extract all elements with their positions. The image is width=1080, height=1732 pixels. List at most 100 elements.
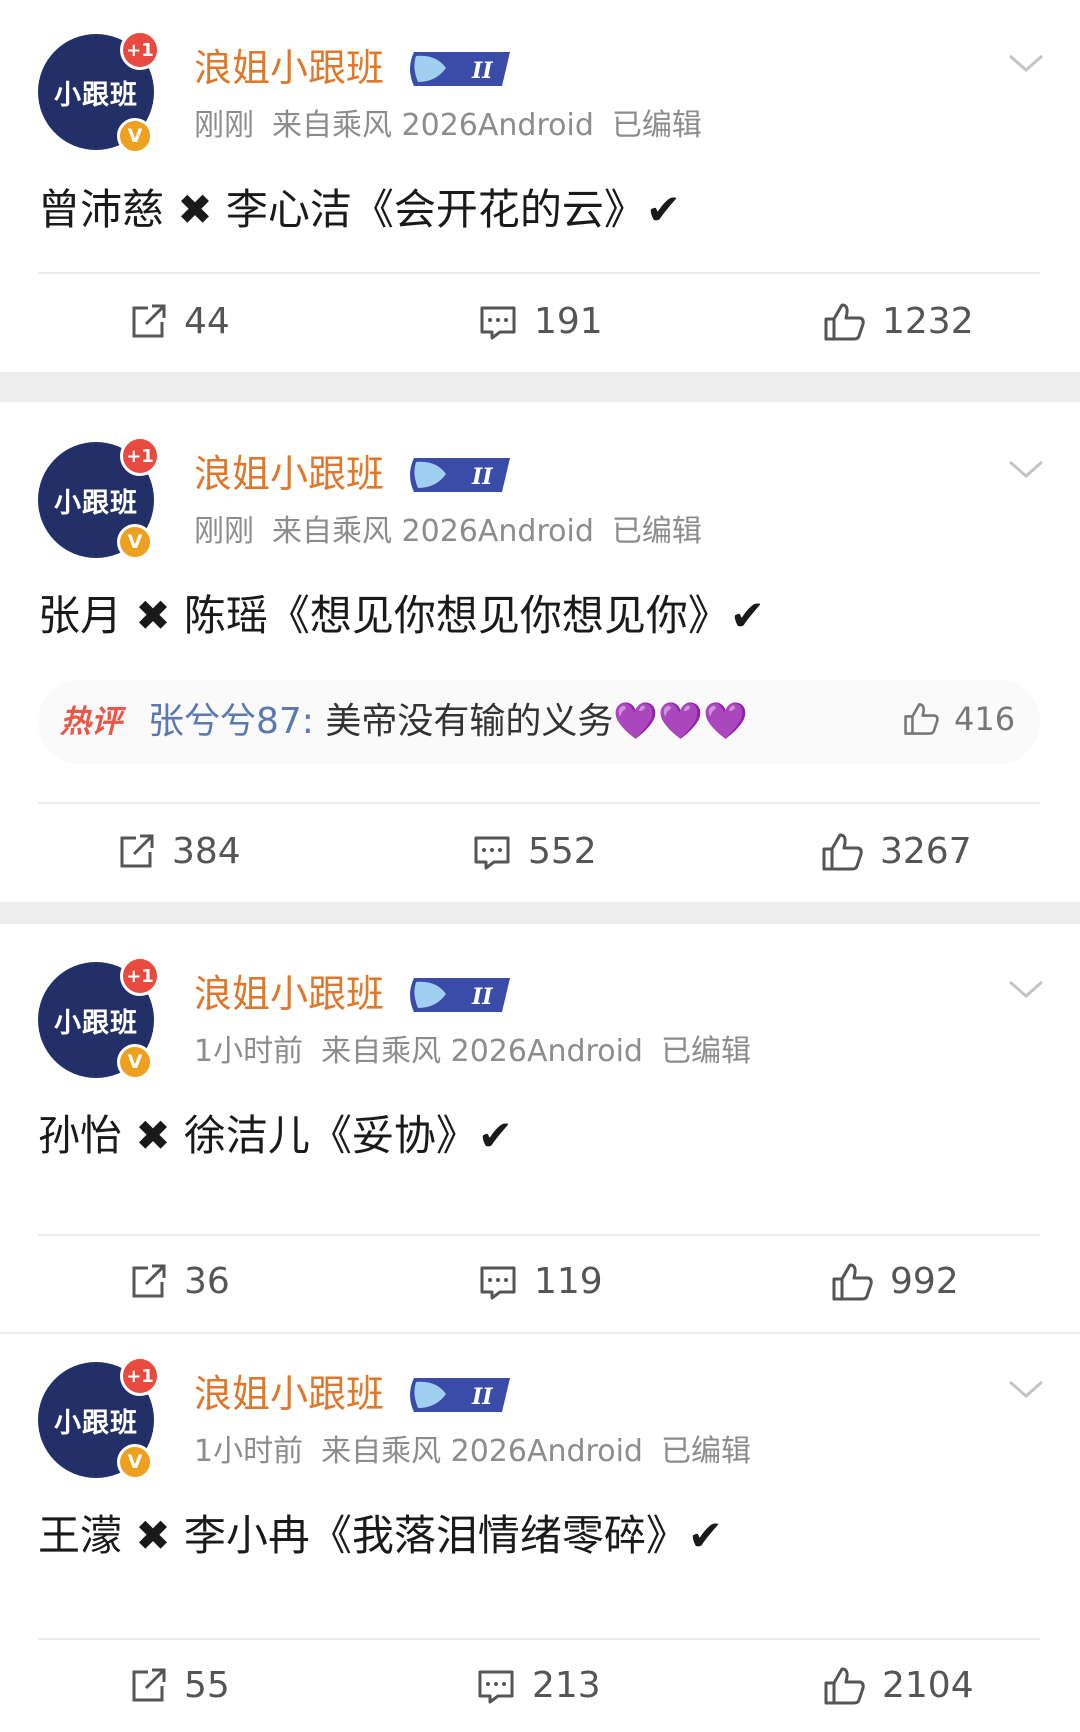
- divider: [38, 1638, 1040, 1640]
- plus-one-badge: +1: [120, 1356, 160, 1396]
- whale-level-icon: II: [410, 52, 510, 86]
- like-icon: [824, 1667, 865, 1705]
- post-source: 来自乘风 2026Android: [272, 514, 594, 549]
- post-source: 来自乘风 2026Android: [321, 1434, 643, 1469]
- repost-icon: [132, 1668, 166, 1702]
- divider: [38, 802, 1040, 804]
- comment-button[interactable]: 119: [478, 1260, 603, 1304]
- comment-count: 191: [534, 301, 603, 342]
- author-name[interactable]: 浪姐小跟班: [194, 1370, 384, 1418]
- repost-icon: [132, 304, 166, 338]
- author-name[interactable]: 浪姐小跟班: [194, 450, 384, 498]
- comment-count: 213: [532, 1665, 601, 1706]
- post-source: 来自乘风 2026Android: [272, 108, 594, 143]
- post-content: 曾沛慈 ✖ 李心洁《会开花的云》✔: [38, 185, 682, 234]
- hot-comment-text: 张兮兮87: 美帝没有输的义务💜💜💜: [148, 698, 748, 746]
- comment-button[interactable]: 213: [476, 1664, 601, 1708]
- comment-count: 552: [528, 831, 597, 872]
- repost-icon: [120, 834, 154, 868]
- author-name[interactable]: 浪姐小跟班: [194, 44, 384, 92]
- comment-button[interactable]: 191: [478, 300, 603, 344]
- post-card[interactable]: 小跟班 +1 V 浪姐小跟班 II 1小时前 来自乘风 2026Android 已编…: [0, 924, 1080, 1332]
- comment-icon: [474, 836, 510, 870]
- comment-icon: [480, 306, 516, 340]
- repost-button[interactable]: 384: [116, 830, 241, 874]
- hot-comment-like-count: 416: [954, 700, 1016, 738]
- repost-icon: [132, 1264, 166, 1298]
- post-card[interactable]: 小跟班 +1 V 浪姐小跟班 II 刚刚 来自乘风 2026Android 已编辑 …: [0, 0, 1080, 372]
- like-button[interactable]: 2104: [822, 1664, 974, 1708]
- whale-level-icon: II: [410, 978, 510, 1012]
- post-card[interactable]: 小跟班 +1 V 浪姐小跟班 II 刚刚 来自乘风 2026Android 已编辑 …: [0, 402, 1080, 902]
- like-icon: [822, 833, 863, 871]
- repost-button[interactable]: 36: [128, 1260, 230, 1304]
- repost-button[interactable]: 55: [128, 1664, 230, 1708]
- post-time: 1小时前: [194, 1034, 304, 1069]
- plus-one-badge: +1: [120, 30, 160, 70]
- comment-button[interactable]: 552: [472, 830, 597, 874]
- svg-text:II: II: [471, 984, 493, 1010]
- hot-comment-like-button[interactable]: 416: [902, 700, 1015, 738]
- like-icon: [832, 1263, 873, 1301]
- chevron-down-icon[interactable]: [1006, 52, 1046, 76]
- post-content: 张月 ✖ 陈瑶《想见你想见你想见你》✔: [38, 591, 766, 640]
- post-meta: 1小时前 来自乘风 2026Android 已编辑: [194, 1032, 769, 1072]
- like-button[interactable]: 1232: [822, 300, 974, 344]
- post-time: 刚刚: [194, 108, 254, 143]
- post-content: 王濛 ✖ 李小冉《我落泪情绪零碎》✔: [38, 1511, 724, 1560]
- like-count: 1232: [882, 301, 974, 342]
- like-count: 2104: [882, 1665, 974, 1706]
- post-meta: 刚刚 来自乘风 2026Android 已编辑: [194, 512, 720, 552]
- comment-icon: [478, 1670, 514, 1704]
- post-meta: 1小时前 来自乘风 2026Android 已编辑: [194, 1432, 769, 1472]
- verified-badge: V: [117, 1444, 153, 1480]
- hot-comment[interactable]: 热评 张兮兮87: 美帝没有输的义务💜💜💜 416: [38, 680, 1040, 764]
- chevron-down-icon[interactable]: [1006, 978, 1046, 1002]
- divider: [38, 1234, 1040, 1236]
- plus-one-badge: +1: [120, 436, 160, 476]
- edited-label: 已编辑: [611, 108, 702, 143]
- comment-count: 119: [534, 1261, 603, 1302]
- whale-level-icon: II: [410, 458, 510, 492]
- like-button[interactable]: 992: [830, 1260, 959, 1304]
- chevron-down-icon[interactable]: [1006, 458, 1046, 482]
- post-card[interactable]: 小跟班 +1 V 浪姐小跟班 II 1小时前 来自乘风 2026Android 已编…: [0, 1334, 1080, 1732]
- chevron-down-icon[interactable]: [1006, 1378, 1046, 1402]
- post-time: 刚刚: [194, 514, 254, 549]
- repost-count: 55: [184, 1665, 230, 1706]
- verified-badge: V: [117, 1044, 153, 1080]
- like-button[interactable]: 3267: [820, 830, 972, 874]
- like-icon: [904, 703, 939, 735]
- post-separator: [0, 372, 1080, 402]
- repost-count: 384: [172, 831, 241, 872]
- verified-badge: V: [117, 118, 153, 154]
- verified-badge: V: [117, 524, 153, 560]
- edited-label: 已编辑: [660, 1034, 751, 1069]
- edited-label: 已编辑: [660, 1434, 751, 1469]
- post-source: 来自乘风 2026Android: [321, 1034, 643, 1069]
- post-meta: 刚刚 来自乘风 2026Android 已编辑: [194, 106, 720, 146]
- avatar-text: 小跟班: [54, 487, 138, 519]
- avatar-text: 小跟班: [54, 1007, 138, 1039]
- avatar-text: 小跟班: [54, 1407, 138, 1439]
- svg-text:II: II: [471, 464, 493, 490]
- hot-comment-label: 热评: [60, 704, 122, 740]
- author-name[interactable]: 浪姐小跟班: [194, 970, 384, 1018]
- svg-text:II: II: [471, 58, 493, 84]
- like-count: 992: [890, 1261, 959, 1302]
- comment-icon: [480, 1266, 516, 1300]
- post-separator: [0, 902, 1080, 924]
- svg-text:II: II: [471, 1384, 493, 1410]
- weibo-feed: 小跟班 +1 V 浪姐小跟班 II 刚刚 来自乘风 2026Android 已编辑 …: [0, 0, 1080, 1732]
- repost-count: 36: [184, 1261, 230, 1302]
- hot-comment-body: 美帝没有输的义务💜💜💜: [313, 701, 748, 742]
- plus-one-badge: +1: [120, 956, 160, 996]
- repost-count: 44: [184, 301, 230, 342]
- avatar-text: 小跟班: [54, 79, 138, 111]
- hot-comment-user[interactable]: 张兮兮87:: [148, 701, 314, 742]
- like-icon: [824, 303, 865, 341]
- divider: [38, 272, 1040, 274]
- repost-button[interactable]: 44: [128, 300, 230, 344]
- like-count: 3267: [880, 831, 972, 872]
- post-time: 1小时前: [194, 1434, 304, 1469]
